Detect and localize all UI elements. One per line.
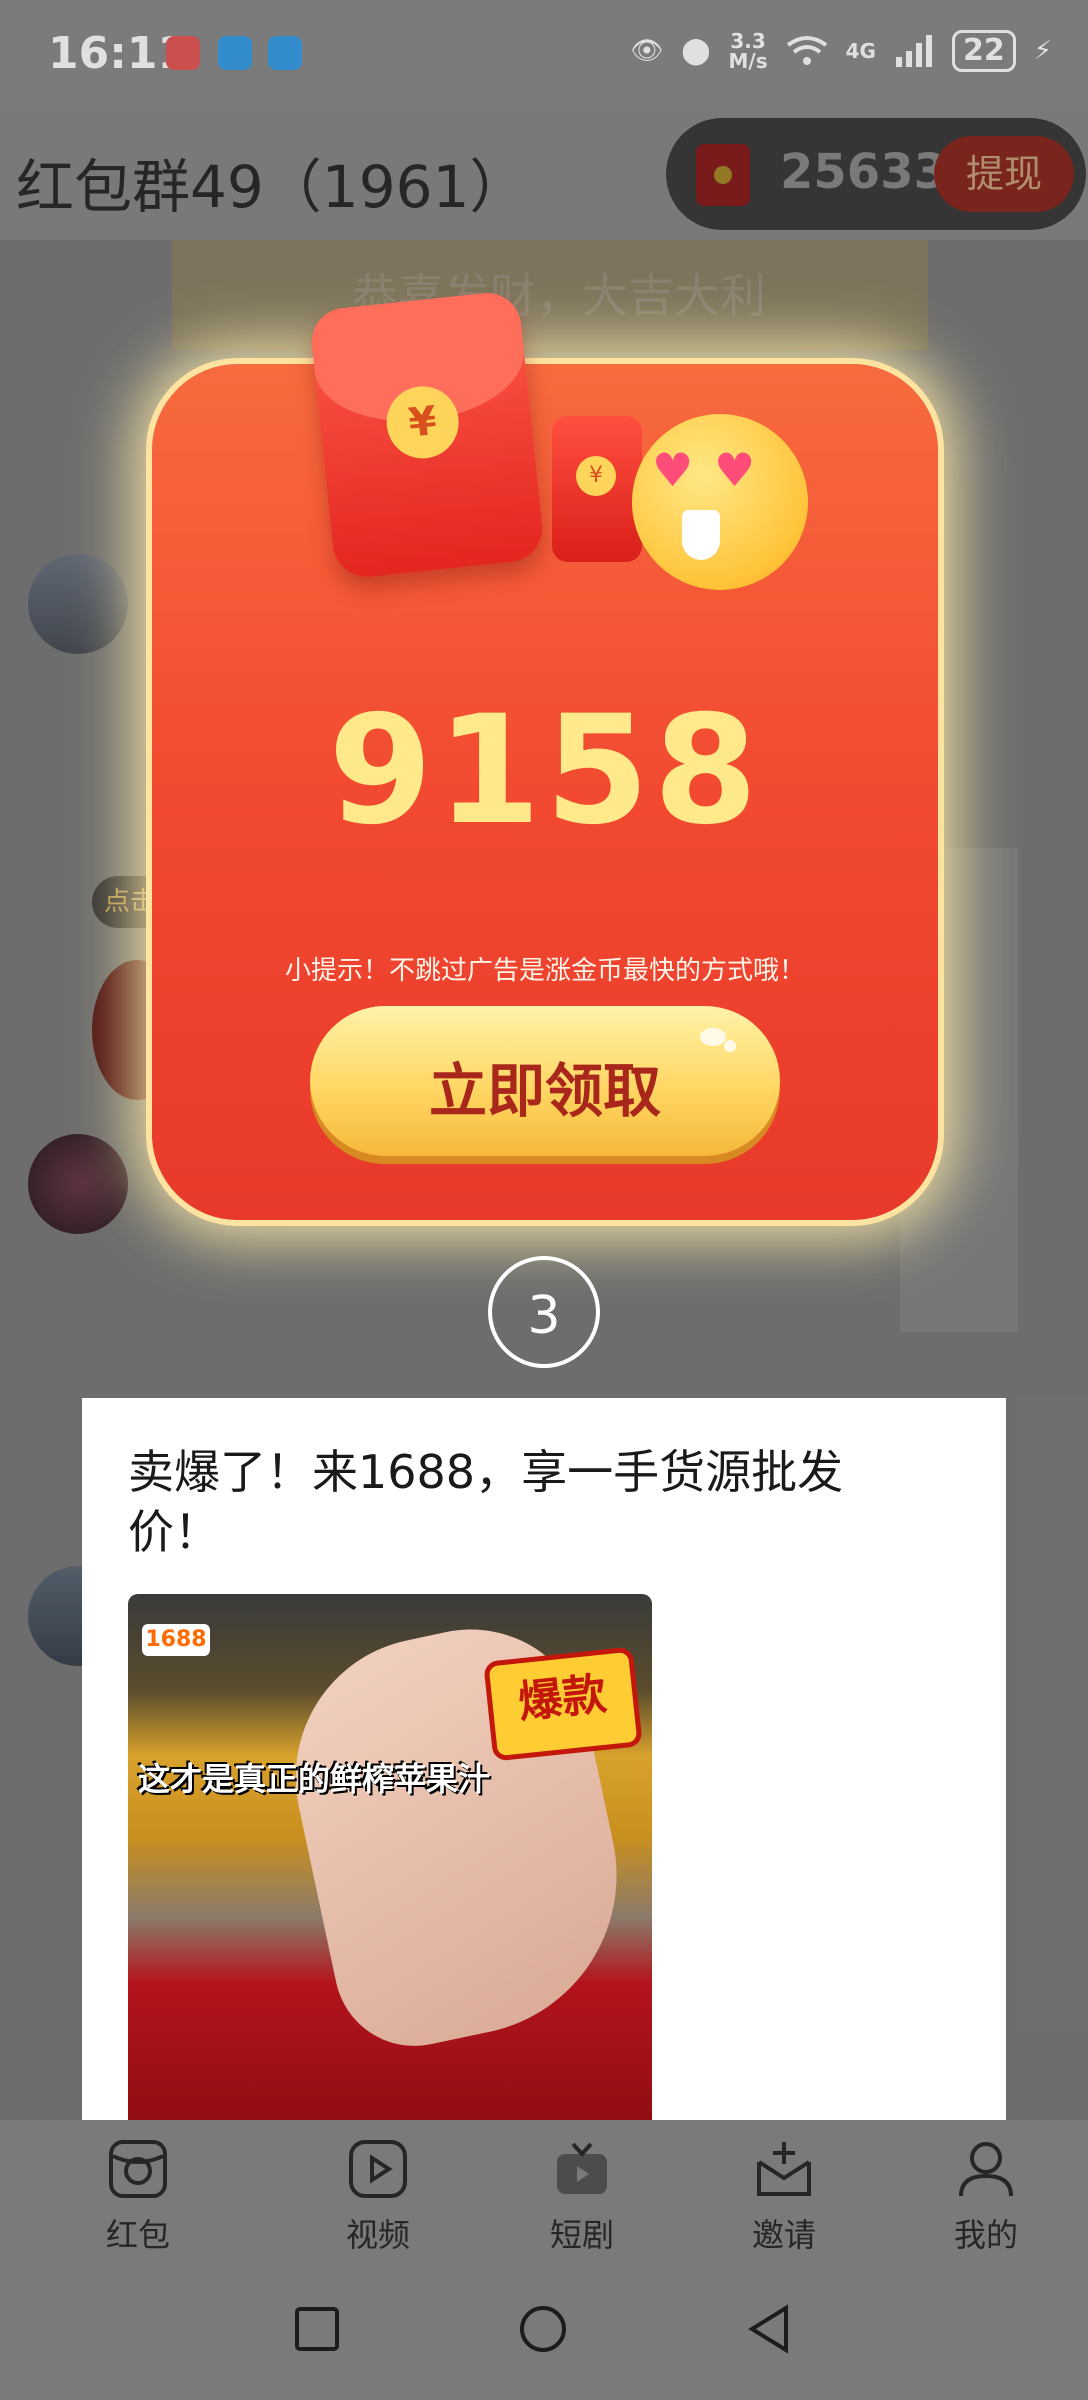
heart-icon: ♥ [714,443,756,497]
nav-item-invite[interactable]: 邀请 [724,2138,844,2256]
heart-icon: ♥ [652,443,694,497]
nav-label: 视频 [345,2216,410,2254]
nav-label: 我的 [953,2216,1018,2254]
countdown-timer: 3 [488,1256,600,1368]
ad-image[interactable]: 1688 爆款 这才是真正的鲜榨苹果汁 [128,1594,652,2120]
red-envelope-icon: ¥ [308,289,546,581]
system-navigation-bar [0,2266,1088,2400]
claim-button-label: 立即领取 [428,1057,661,1125]
ad-card[interactable]: 卖爆了！来1688，享一手货源批发价！ 1688 爆款 这才是真正的鲜榨苹果汁 [82,1398,1006,2120]
nav-item-red-packet[interactable]: 红包 [78,2138,198,2256]
nav-item-video[interactable]: 视频 [318,2138,438,2256]
invite-icon [757,2142,811,2196]
ad-image-tag: 1688 [142,1624,210,1656]
yuan-seal-icon: ¥ [576,456,616,496]
ad-title[interactable]: 卖爆了！来1688，享一手货源批发价！ [128,1442,888,1562]
nav-label: 红包 [105,2216,170,2254]
nav-item-me[interactable]: 我的 [926,2138,1046,2256]
tv-icon [557,2142,607,2194]
video-icon [349,2140,407,2198]
ad-image-caption: 这才是真正的鲜榨苹果汁 [138,1760,491,1798]
reward-amount: 9158 [328,684,762,858]
user-icon [959,2142,1013,2197]
heart-eyes-emoji-icon: ♥ ♥ [632,414,808,590]
button-shine [700,1028,726,1046]
nav-label: 短剧 [549,2216,614,2254]
tip-text: 小提示！不跳过广告是涨金币最快的方式哦！ [284,956,805,986]
button-shine [724,1040,736,1052]
red-packet-icon [109,2140,167,2198]
red-envelope-icon: ¥ [552,416,642,562]
bottom-nav: 红包 视频 短剧 邀请 我的 [0,2120,1088,2266]
nav-label: 邀请 [751,2216,816,2254]
reward-popup: ¥ ¥ ♥ ♥ 9158 小提示！不跳过广告是涨金币最快的方式哦！ 立即领取 [152,289,938,1220]
ad-image-badge: 爆款 [483,1646,643,1762]
claim-button[interactable]: 立即领取 [310,1006,780,1156]
recent-apps-icon[interactable] [294,2306,340,2352]
home-icon[interactable] [518,2304,568,2354]
nav-item-short-drama[interactable]: 短剧 [522,2138,642,2256]
emoji-mouth [682,510,720,560]
back-icon[interactable] [746,2304,792,2354]
